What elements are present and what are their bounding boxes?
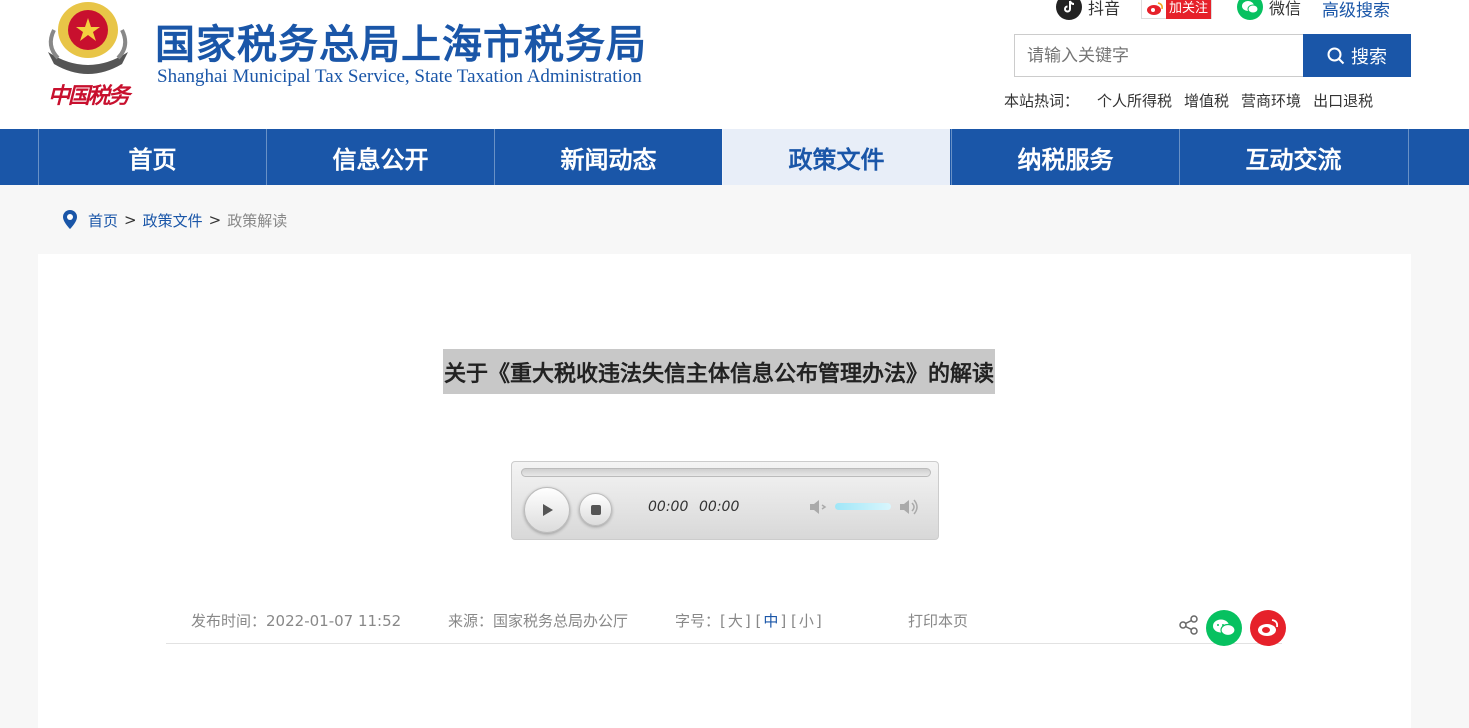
nav-item-news[interactable]: 新闻动态 xyxy=(494,129,722,185)
hot-words: 本站热词： 个人所得税 增值税 营商环境 出口退税 xyxy=(1004,90,1385,111)
article-meta: 发布时间：2022-01-07 11:52 来源：国家税务总局办公厅 字号：[大… xyxy=(166,606,1286,646)
font-size-medium[interactable]: 中 xyxy=(763,612,778,630)
search-input[interactable] xyxy=(1014,34,1304,77)
douyin-link[interactable]: 抖音 xyxy=(1056,0,1120,20)
hot-word-link[interactable]: 出口退税 xyxy=(1313,90,1373,111)
nav-item-interaction[interactable]: 互动交流 xyxy=(1179,129,1407,185)
wechat-icon xyxy=(1237,0,1263,20)
share-wechat-button[interactable] xyxy=(1206,610,1242,646)
nav-item-policy-documents[interactable]: 政策文件 xyxy=(722,129,950,185)
weibo-icon xyxy=(1258,619,1279,636)
weibo-icon xyxy=(1144,1,1166,17)
main-nav: 首页 信息公开 新闻动态 政策文件 纳税服务 互动交流 xyxy=(0,129,1469,185)
location-pin-icon xyxy=(63,210,77,229)
site-subtitle: Shanghai Municipal Tax Service, State Ta… xyxy=(157,66,642,87)
douyin-label: 抖音 xyxy=(1088,0,1121,18)
nav-item-home[interactable]: 首页 xyxy=(38,129,266,185)
article-panel: 关于《重大税收违法失信主体信息公布管理办法》的解读 00:00 00:00 发布… xyxy=(38,254,1411,728)
breadcrumb-home[interactable]: 首页 xyxy=(88,210,118,231)
weibo-follow-button[interactable]: 加关注 xyxy=(1141,0,1213,20)
play-icon xyxy=(543,504,553,516)
article-source: 来源：国家税务总局办公厅 xyxy=(448,610,628,631)
site-title: 国家税务总局上海市税务局 xyxy=(155,22,647,68)
wechat-icon xyxy=(1213,619,1236,637)
search-icon xyxy=(1327,47,1345,64)
publish-time: 发布时间：2022-01-07 11:52 xyxy=(191,610,401,631)
breadcrumb-separator: > xyxy=(124,211,137,229)
breadcrumb-current: 政策解读 xyxy=(227,211,288,230)
font-size-large[interactable]: 大 xyxy=(728,612,743,630)
search-button-label: 搜索 xyxy=(1351,46,1387,68)
stop-icon xyxy=(590,504,601,515)
share-icon[interactable] xyxy=(1179,615,1199,635)
font-size-label: 字号： xyxy=(675,612,721,630)
current-time: 00:00 xyxy=(648,499,689,515)
publish-time-label: 发布时间： xyxy=(191,612,267,630)
breadcrumb-separator: > xyxy=(208,211,222,229)
douyin-icon xyxy=(1056,0,1082,20)
national-emblem-icon xyxy=(48,2,128,74)
play-button[interactable] xyxy=(524,487,570,533)
nav-item-tax-services[interactable]: 纳税服务 xyxy=(951,129,1179,185)
audio-player: 00:00 00:00 xyxy=(511,461,939,540)
advanced-search-link[interactable]: 高级搜索 xyxy=(1322,0,1390,21)
nav-item-info-disclosure[interactable]: 信息公开 xyxy=(266,129,494,185)
site-header: 中国税务 国家税务总局上海市税务局 Shanghai Municipal Tax… xyxy=(0,0,1469,129)
search-button[interactable]: 搜索 xyxy=(1303,34,1411,77)
share-weibo-button[interactable] xyxy=(1250,610,1286,646)
hot-words-label: 本站热词： xyxy=(1004,92,1080,110)
breadcrumb: 首页 > 政策文件 > 政策解读 xyxy=(62,208,287,232)
mute-icon[interactable] xyxy=(808,498,830,516)
source-value: 国家税务总局办公厅 xyxy=(493,612,629,630)
source-label: 来源： xyxy=(448,612,494,630)
stop-button[interactable] xyxy=(579,493,612,526)
font-size-small[interactable]: 小 xyxy=(799,612,814,630)
publish-time-value: 2022-01-07 11:52 xyxy=(266,612,402,630)
weibo-follow-label: 加关注 xyxy=(1166,0,1212,19)
audio-progress-bar[interactable] xyxy=(521,468,931,477)
hot-word-link[interactable]: 营商环境 xyxy=(1241,90,1301,111)
breadcrumb-policy-documents[interactable]: 政策文件 xyxy=(143,210,203,231)
seal-text-logo: 中国税务 xyxy=(48,83,130,109)
hot-word-link[interactable]: 个人所得税 xyxy=(1097,90,1172,111)
wechat-label: 微信 xyxy=(1269,0,1302,18)
nav-divider xyxy=(1408,129,1409,185)
font-size-controls: 字号：[大] [中] [小] xyxy=(675,612,822,630)
wechat-link[interactable]: 微信 xyxy=(1237,0,1301,20)
volume-slider[interactable] xyxy=(835,503,891,510)
duration: 00:00 xyxy=(699,499,740,515)
volume-max-icon[interactable] xyxy=(898,498,920,516)
hot-word-link[interactable]: 增值税 xyxy=(1184,90,1229,111)
print-page-link[interactable]: 打印本页 xyxy=(908,610,968,631)
article-title: 关于《重大税收违法失信主体信息公布管理办法》的解读 xyxy=(443,349,996,394)
